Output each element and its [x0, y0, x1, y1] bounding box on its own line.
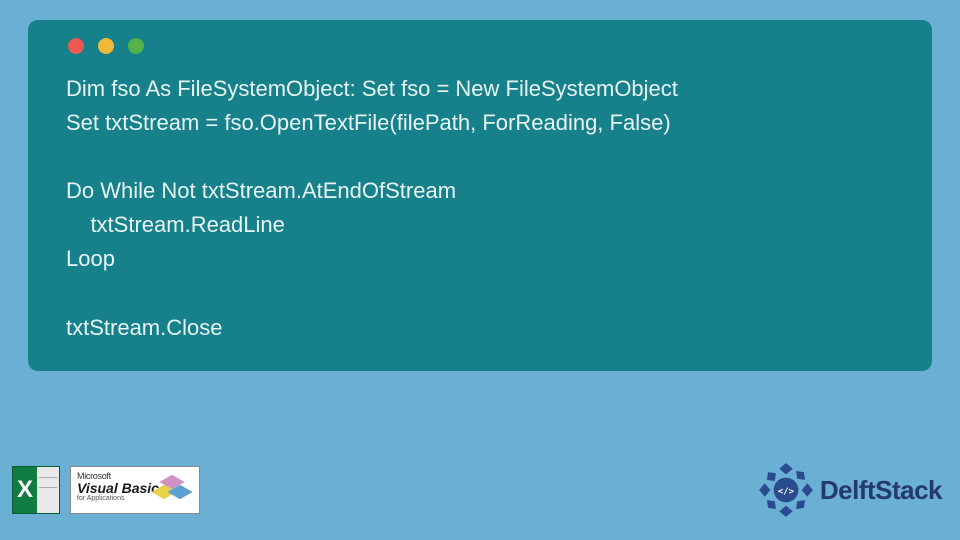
maximize-icon — [128, 38, 144, 54]
brand-logo-glyph: </> — [778, 487, 794, 497]
code-line: txtStream.Close — [66, 315, 223, 340]
brand-logo-icon: </> — [758, 462, 814, 518]
brand-name: DelftStack — [820, 475, 942, 506]
footer: X Microsoft Visual Basic for Application… — [12, 462, 942, 518]
vb-cubes-icon — [153, 473, 193, 503]
excel-letter: X — [17, 476, 33, 504]
code-line: txtStream.ReadLine — [66, 212, 285, 237]
minimize-icon — [98, 38, 114, 54]
code-line: Do While Not txtStream.AtEndOfStream — [66, 178, 456, 203]
code-window: Dim fso As FileSystemObject: Set fso = N… — [28, 20, 932, 371]
window-controls — [52, 38, 908, 54]
visual-basic-badge: Microsoft Visual Basic for Applications — [70, 466, 200, 514]
code-block: Dim fso As FileSystemObject: Set fso = N… — [52, 72, 908, 345]
code-line: Set txtStream = fso.OpenTextFile(filePat… — [66, 110, 671, 135]
brand: </> DelftStack — [758, 462, 942, 518]
tech-badges: X Microsoft Visual Basic for Application… — [12, 466, 200, 514]
code-line: Dim fso As FileSystemObject: Set fso = N… — [66, 76, 678, 101]
code-line: Loop — [66, 246, 115, 271]
close-icon — [68, 38, 84, 54]
excel-icon: X — [12, 466, 60, 514]
